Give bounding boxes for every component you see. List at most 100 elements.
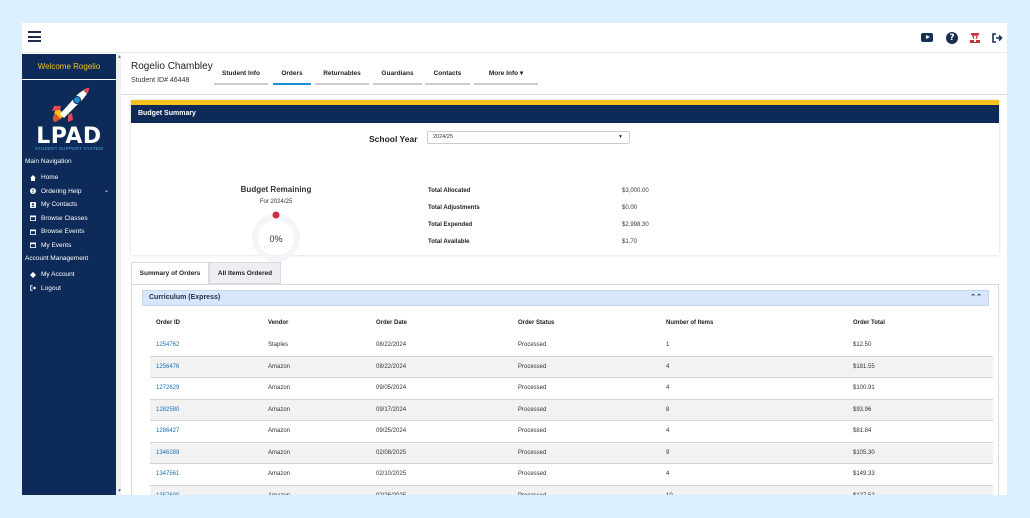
tab-student-info[interactable]: Student Info bbox=[214, 69, 268, 85]
tab-orders[interactable]: Orders bbox=[273, 69, 311, 85]
chevron-down-icon[interactable]: ⌄ bbox=[104, 185, 109, 199]
table-cell: $12.50 bbox=[853, 342, 872, 348]
table-cell: 02/08/2025 bbox=[376, 449, 407, 456]
table-cell: 4 bbox=[666, 428, 670, 434]
column-header: Order Total bbox=[853, 320, 885, 326]
sidebar-item-my-events[interactable]: My Events bbox=[22, 239, 116, 253]
table-cell: 4 bbox=[666, 385, 670, 391]
table-cell: 02/26/2025 bbox=[376, 493, 406, 496]
table-cell: 4 bbox=[666, 363, 670, 370]
tab-all-items-ordered[interactable]: All Items Ordered bbox=[209, 262, 281, 284]
order-id-link[interactable]: 1272629 bbox=[156, 385, 179, 391]
tab-contacts[interactable]: Contacts bbox=[425, 69, 470, 85]
table-cell: $81.84 bbox=[853, 428, 872, 434]
sidebar-item-my-contacts[interactable]: My Contacts bbox=[22, 198, 116, 212]
sidebar-item-label: Browse Classes bbox=[41, 214, 88, 222]
table-cell: Amazon bbox=[268, 493, 290, 496]
curriculum-section-header[interactable]: Curriculum (Express) ⌃⌃ bbox=[142, 290, 989, 306]
total-expended-label: Total Expended bbox=[428, 222, 473, 228]
table-cell: Processed bbox=[518, 471, 547, 477]
table-cell: 02/10/2025 bbox=[376, 471, 407, 477]
table-cell: Amazon bbox=[268, 471, 291, 477]
order-id-link[interactable]: 1254762 bbox=[156, 342, 179, 348]
table-cell: $181.55 bbox=[853, 363, 875, 370]
sidebar-item-label: My Contacts bbox=[41, 201, 78, 208]
sidebar-item-ordering-help[interactable]: Ordering Help ⌄ bbox=[22, 185, 116, 199]
table-cell: $105.30 bbox=[853, 449, 875, 456]
section-title: Curriculum (Express) bbox=[149, 294, 221, 301]
budget-summary-title: Budget Summary bbox=[131, 105, 999, 123]
order-id-link[interactable]: 1347561 bbox=[156, 471, 179, 477]
school-year-select[interactable]: 2024/25 ▼ bbox=[427, 131, 630, 144]
total-allocated-label: Total Allocated bbox=[428, 188, 471, 194]
table-row: 1286427 Amazon 09/25/2024 Processed 4 $81.84 bbox=[150, 421, 993, 443]
sidebar-item-home[interactable]: Home bbox=[22, 171, 116, 185]
table-row: 1357600 Amazon 02/26/2025 Processed 10 $127.5… bbox=[150, 485, 993, 496]
lpad-logo: LPAD STUDENT SUPPORT SYSTEM bbox=[22, 80, 116, 155]
hamburger-menu-icon[interactable] bbox=[28, 31, 41, 42]
table-cell: $93.96 bbox=[853, 406, 872, 413]
budget-remaining-gauge: 0% bbox=[252, 211, 300, 262]
total-available-label: Total Available bbox=[428, 239, 470, 245]
table-row: 1347561 Amazon 02/10/2025 Processed 4 $149.33 bbox=[150, 464, 993, 486]
table-cell: Processed bbox=[518, 449, 547, 456]
sidebar-scrollbar[interactable]: ▲ ▼ bbox=[116, 54, 122, 495]
budget-remaining-title: Budget Remaining bbox=[240, 185, 312, 194]
contacts-icon bbox=[30, 201, 36, 208]
table-cell: Staples bbox=[268, 342, 289, 348]
tab-guardians[interactable]: Guardians bbox=[373, 69, 422, 85]
sidebar-item-label: Browse Events bbox=[41, 228, 85, 235]
order-id-link[interactable]: 1256476 bbox=[156, 364, 179, 370]
sidebar-item-label: Home bbox=[41, 174, 59, 181]
table-cell: 10 bbox=[666, 493, 673, 496]
sidebar-item-browse-classes[interactable]: Browse Classes bbox=[22, 212, 116, 226]
youtube-icon[interactable] bbox=[921, 33, 933, 42]
table-cell: Processed bbox=[518, 342, 547, 348]
logout-icon[interactable] bbox=[991, 32, 1003, 44]
account-management-heading: Account Management bbox=[25, 255, 89, 262]
table-cell: Processed bbox=[518, 428, 547, 434]
tab-more-info[interactable]: More Info ▾ bbox=[474, 69, 538, 85]
scroll-down-icon[interactable]: ▼ bbox=[117, 488, 122, 494]
gauge-indicator-dot bbox=[272, 211, 280, 219]
table-row: 1254762 Staples 08/22/2024 Processed 1 $12.50 bbox=[150, 335, 993, 357]
table-cell: 09/25/2024 bbox=[376, 428, 407, 434]
header-divider bbox=[121, 94, 1007, 95]
help-icon[interactable]: ? bbox=[946, 32, 958, 44]
table-cell: 8 bbox=[666, 406, 670, 413]
sidebar-item-label: My Account bbox=[41, 271, 75, 278]
calendar-icon bbox=[30, 229, 36, 235]
column-header: Order Status bbox=[518, 320, 555, 326]
table-cell: 9 bbox=[666, 449, 670, 456]
student-name: Rogelio Chambley bbox=[131, 61, 213, 72]
total-adjustments-value: $0.00 bbox=[622, 205, 638, 211]
column-header: Order ID bbox=[156, 320, 181, 326]
question-circle-icon bbox=[30, 188, 36, 194]
tab-returnables[interactable]: Returnables bbox=[315, 69, 369, 85]
calendar-icon bbox=[30, 242, 36, 248]
order-id-link[interactable]: 1286427 bbox=[156, 428, 179, 434]
collapse-up-icon[interactable]: ⌃⌃ bbox=[970, 291, 982, 305]
sidebar: Welcome Rogelio LPAD STUDENT SUPPORT SYS… bbox=[22, 54, 116, 495]
table-cell: $127.52 bbox=[853, 493, 875, 496]
welcome-text: Welcome Rogelio bbox=[22, 54, 116, 80]
order-id-link[interactable]: 1282580 bbox=[156, 407, 179, 413]
calendar-icon bbox=[30, 215, 36, 221]
table-row: 1346289 Amazon 02/08/2025 Processed 9 $105.30 bbox=[150, 442, 993, 464]
budget-remaining-subtitle: For 2024/25 bbox=[259, 199, 293, 205]
school-year-label: School Year bbox=[369, 134, 418, 144]
sidebar-item-my-account[interactable]: My Account bbox=[22, 268, 116, 282]
table-cell: 1 bbox=[666, 342, 670, 348]
student-id: Student ID# 46448 bbox=[131, 77, 190, 84]
table-cell: 09/05/2024 bbox=[376, 385, 407, 391]
total-allocated-value: $3,000.00 bbox=[622, 188, 649, 194]
table-row: 1282580 Amazon 09/17/2024 Processed 8 $93.96 bbox=[150, 399, 993, 421]
order-id-link[interactable]: 1346289 bbox=[156, 450, 179, 456]
budget-summary-card: Budget Summary School Year 2024/25 ▼ Bud… bbox=[131, 100, 999, 262]
order-id-link[interactable]: 1357600 bbox=[156, 493, 179, 496]
tab-summary-of-orders[interactable]: Summary of Orders bbox=[131, 262, 209, 284]
agency-logo-icon[interactable] bbox=[969, 32, 981, 44]
scroll-up-icon[interactable]: ▲ bbox=[117, 54, 122, 60]
sidebar-item-logout[interactable]: Logout bbox=[22, 282, 116, 296]
sidebar-item-browse-events[interactable]: Browse Events bbox=[22, 225, 116, 239]
